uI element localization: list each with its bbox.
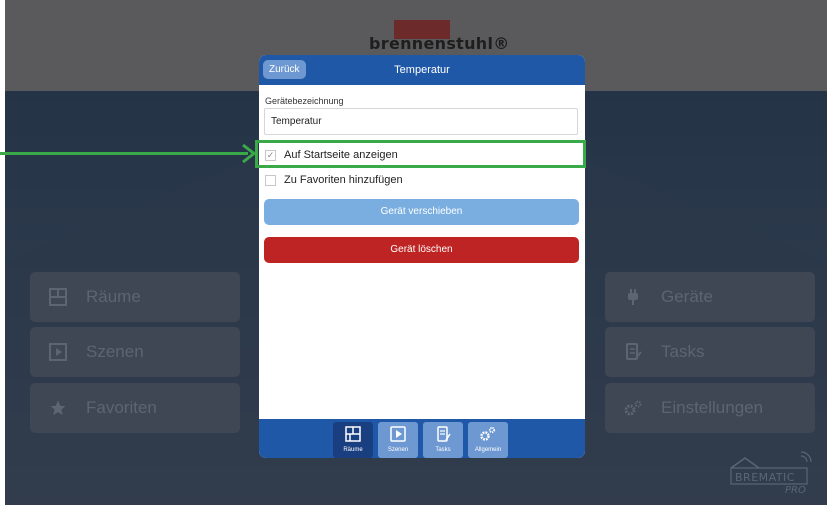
menu-tile-label: Szenen (86, 342, 144, 361)
star-icon (46, 396, 70, 420)
tab-label: Szenen (387, 447, 409, 453)
tasks-icon (434, 425, 452, 443)
brand-logo: brennenstuhl® (369, 34, 510, 53)
move-device-button[interactable]: Gerät verschieben (264, 199, 579, 225)
device-name-label: Gerätebezeichnung (265, 96, 344, 106)
menu-tile-label: Einstellungen (661, 398, 764, 417)
tab-rooms[interactable]: Räume (333, 422, 373, 458)
dialog-header: Temperatur Zurück (259, 55, 585, 85)
plug-icon (621, 285, 645, 309)
annotation-line (0, 152, 248, 155)
annotation-highlight-box (255, 140, 586, 168)
scenes-icon (46, 340, 70, 364)
rooms-icon (344, 425, 362, 443)
logo-line1: BREMATIC (735, 471, 795, 484)
device-name-input[interactable] (264, 108, 578, 135)
dialog-title: Temperatur (394, 64, 450, 76)
tab-general[interactable]: Allgemein (468, 422, 508, 458)
menu-tile-tasks[interactable]: Tasks (605, 327, 815, 377)
tasks-icon (621, 340, 645, 364)
menu-tile-devices[interactable]: Geräte (605, 272, 815, 322)
menu-tile-label: Geräte (661, 287, 713, 306)
gears-icon (621, 396, 645, 420)
menu-tile-rooms[interactable]: Räume (30, 272, 240, 322)
add-favorite-checkbox[interactable] (265, 174, 276, 186)
menu-tile-label: Tasks (661, 342, 705, 361)
rooms-icon (46, 285, 70, 309)
menu-tile-label: Favoriten (86, 398, 157, 417)
tab-tasks[interactable]: Tasks (423, 422, 463, 458)
tab-label: Tasks (435, 447, 451, 453)
add-favorite-row[interactable]: Zu Favoriten hinzufügen (265, 171, 403, 189)
menu-tile-label: Räume (86, 287, 141, 306)
logo-line2: PRO (785, 485, 806, 496)
add-favorite-label: Zu Favoriten hinzufügen (284, 174, 403, 186)
gears-icon (479, 425, 497, 443)
tab-label: Allgemein (474, 447, 502, 453)
brematic-pro-logo: BREMATIC PRO (730, 451, 812, 496)
app-screen: brennenstuhl® Räume Szenen Favoriten Ger… (5, 0, 827, 505)
menu-tile-settings[interactable]: Einstellungen (605, 383, 815, 433)
device-settings-dialog: Temperatur Zurück Gerätebezeichnung ✓ Au… (259, 55, 585, 458)
scenes-icon (389, 425, 407, 443)
back-button[interactable]: Zurück (263, 60, 306, 79)
menu-tile-scenes[interactable]: Szenen (30, 327, 240, 377)
tab-scenes[interactable]: Szenen (378, 422, 418, 458)
delete-device-button[interactable]: Gerät löschen (264, 237, 579, 263)
menu-tile-favorites[interactable]: Favoriten (30, 383, 240, 433)
tab-label: Räume (343, 447, 363, 453)
bottom-tab-bar: Räume Szenen Tasks Allgemein (259, 419, 585, 458)
